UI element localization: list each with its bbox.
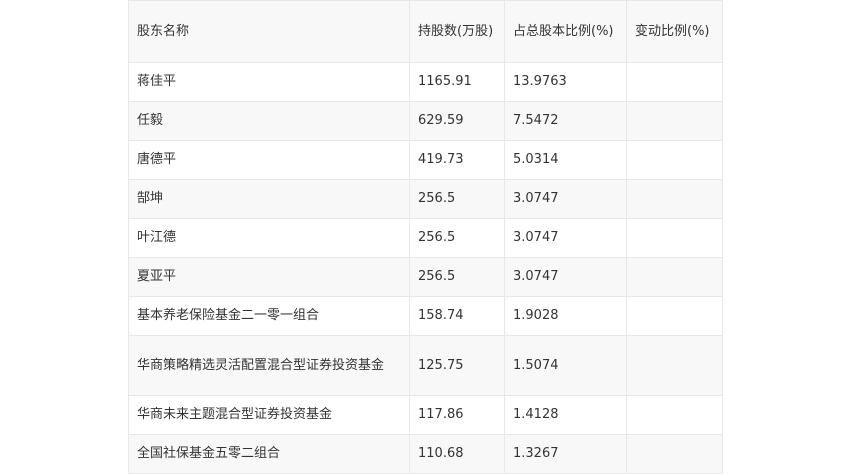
table-row: 任毅 629.59 7.5472 xyxy=(128,101,723,141)
table-row: 唐德平 419.73 5.0314 xyxy=(128,140,723,180)
table-row: 郜坤 256.5 3.0747 xyxy=(128,179,723,219)
cell-change xyxy=(626,257,723,297)
cell-ratio: 1.3267 xyxy=(504,434,627,474)
table-row: 夏亚平 256.5 3.0747 xyxy=(128,257,723,297)
cell-shares: 158.74 xyxy=(409,296,505,336)
cell-change xyxy=(626,179,723,219)
cell-name: 蒋佳平 xyxy=(128,62,410,102)
cell-name: 基本养老保险基金二一零一组合 xyxy=(128,296,410,336)
cell-change xyxy=(626,218,723,258)
header-shareholder-name: 股东名称 xyxy=(128,0,410,63)
header-change: 变动比例(%) xyxy=(626,0,723,63)
cell-name: 唐德平 xyxy=(128,140,410,180)
cell-name: 叶江德 xyxy=(128,218,410,258)
cell-change xyxy=(626,434,723,474)
cell-ratio: 7.5472 xyxy=(504,101,627,141)
cell-shares: 125.75 xyxy=(409,335,505,396)
cell-change xyxy=(626,335,723,396)
cell-shares: 419.73 xyxy=(409,140,505,180)
cell-shares: 256.5 xyxy=(409,257,505,297)
cell-change xyxy=(626,296,723,336)
cell-ratio: 1.9028 xyxy=(504,296,627,336)
cell-shares: 256.5 xyxy=(409,179,505,219)
cell-ratio: 1.5074 xyxy=(504,335,627,396)
cell-ratio: 1.4128 xyxy=(504,395,627,435)
header-shares: 持股数(万股) xyxy=(409,0,505,63)
table-row: 华商策略精选灵活配置混合型证券投资基金 125.75 1.5074 xyxy=(128,335,723,396)
cell-name: 郜坤 xyxy=(128,179,410,219)
cell-name: 华商未来主题混合型证券投资基金 xyxy=(128,395,410,435)
header-ratio: 占总股本比例(%) xyxy=(504,0,627,63)
table-row: 蒋佳平 1165.91 13.9763 xyxy=(128,62,723,102)
cell-name: 全国社保基金五零二组合 xyxy=(128,434,410,474)
cell-change xyxy=(626,101,723,141)
table-header-row: 股东名称 持股数(万股) 占总股本比例(%) 变动比例(%) xyxy=(128,0,723,63)
cell-name: 任毅 xyxy=(128,101,410,141)
cell-ratio: 3.0747 xyxy=(504,218,627,258)
cell-ratio: 3.0747 xyxy=(504,257,627,297)
cell-ratio: 13.9763 xyxy=(504,62,627,102)
cell-change xyxy=(626,62,723,102)
cell-shares: 1165.91 xyxy=(409,62,505,102)
cell-name: 华商策略精选灵活配置混合型证券投资基金 xyxy=(128,335,410,396)
cell-shares: 629.59 xyxy=(409,101,505,141)
cell-change xyxy=(626,395,723,435)
shareholder-table: 股东名称 持股数(万股) 占总股本比例(%) 变动比例(%) 蒋佳平 1165.… xyxy=(128,0,723,474)
table-row: 基本养老保险基金二一零一组合 158.74 1.9028 xyxy=(128,296,723,336)
cell-ratio: 3.0747 xyxy=(504,179,627,219)
cell-shares: 256.5 xyxy=(409,218,505,258)
cell-shares: 117.86 xyxy=(409,395,505,435)
table-row: 全国社保基金五零二组合 110.68 1.3267 xyxy=(128,434,723,474)
cell-name: 夏亚平 xyxy=(128,257,410,297)
table-row: 叶江德 256.5 3.0747 xyxy=(128,218,723,258)
cell-shares: 110.68 xyxy=(409,434,505,474)
cell-change xyxy=(626,140,723,180)
cell-ratio: 5.0314 xyxy=(504,140,627,180)
table-row: 华商未来主题混合型证券投资基金 117.86 1.4128 xyxy=(128,395,723,435)
